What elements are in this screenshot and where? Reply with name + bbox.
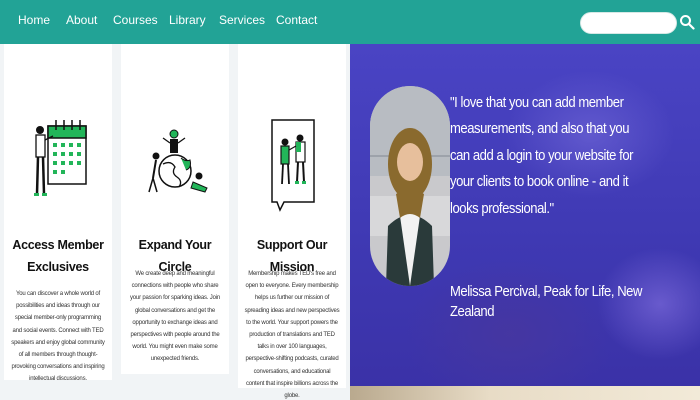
card-description: We create deep and meaningful connection…: [130, 271, 220, 363]
card-title: Access Member Exclusives: [12, 238, 104, 274]
nav-contact-link[interactable]: Contact: [276, 13, 317, 27]
testimonial-quote: "I love that you can add member measurem…: [450, 95, 634, 217]
top-navigation: Home About Courses Library Services Cont…: [0, 0, 700, 44]
testimonial-author: Melissa Percival, Peak for Life, New Zea…: [450, 284, 642, 320]
globe-people-illustration-icon: [148, 129, 208, 193]
card-description: You can discover a whole world of possib…: [11, 291, 105, 383]
testimonial-avatar: [370, 86, 450, 286]
feature-card-member-exclusives: Access Member Exclusives You can discove…: [4, 44, 112, 382]
calendar-illustration-icon: [34, 120, 87, 196]
nav-about-link[interactable]: About: [66, 13, 97, 27]
feature-card-support-mission: Support Our Mission Membership makes TED…: [238, 44, 346, 399]
testimonial-section: "I love that you can add member measurem…: [350, 44, 700, 400]
card-description: Membership makes TED's free and open to …: [244, 271, 340, 400]
nav-library-link[interactable]: Library: [169, 13, 206, 27]
people-board-illustration-icon: [271, 119, 315, 212]
nav-services-link[interactable]: Services: [219, 13, 265, 27]
nav-courses-link[interactable]: Courses: [113, 13, 158, 27]
search-input[interactable]: [580, 12, 677, 34]
feature-card-expand-circle: Expand Your Circle We create deep and me…: [121, 44, 229, 374]
nav-home-link[interactable]: Home: [18, 13, 50, 27]
search-icon[interactable]: [679, 14, 695, 30]
background-floor: [350, 386, 700, 400]
